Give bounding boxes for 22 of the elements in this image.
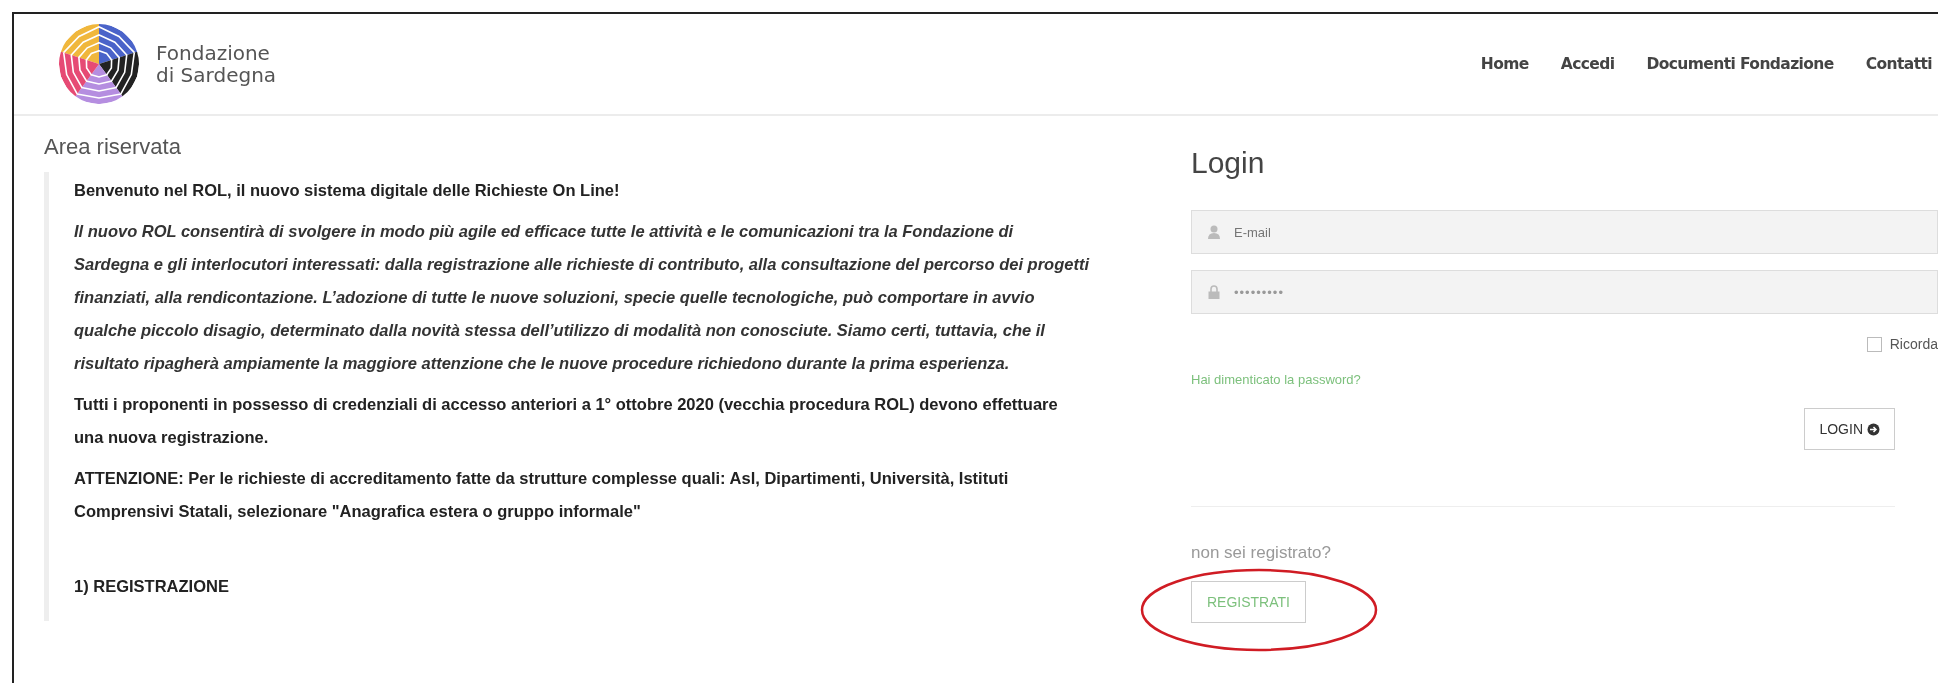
remember-checkbox[interactable] bbox=[1866, 336, 1882, 352]
email-field[interactable]: E-mail bbox=[1191, 210, 1938, 254]
nav-link[interactable]: Contatti bbox=[1865, 55, 1932, 73]
lock-icon bbox=[1208, 285, 1220, 299]
nav-link[interactable]: Home bbox=[1480, 55, 1529, 73]
nav-link[interactable]: Documenti Fondazione bbox=[1646, 55, 1834, 73]
nav-link[interactable]: Accedi bbox=[1560, 55, 1615, 73]
paragraph: ATTENZIONE: Per le richieste di accreditamento fatte da strutture complesse quali: Asl, Dipartimenti, Università, Istituti Comprensivi Statali, selezionare "Anagrafica estera o gruppo informale" bbox=[74, 468, 1010, 522]
section-title: Area riservata bbox=[44, 134, 182, 160]
logo-text: Fondazione bbox=[156, 42, 271, 64]
register-prompt: non sei registrato? bbox=[1191, 543, 1332, 563]
checkbox-label: Ricorda bbox=[1889, 336, 1938, 352]
logo-text: di Sardegna bbox=[156, 64, 277, 86]
login-button[interactable]: LOGIN bbox=[1804, 408, 1895, 450]
step-heading: 1) REGISTRAZIONE bbox=[74, 576, 230, 597]
paragraph: Il nuovo ROL consentirà di svolgere in modo più agile ed efficace tutte le attività e le comunicazioni tra la Fondazione di Sardegna e gli interlocutori interessati: dalla registrazione alle richieste di contributo, alla consultazione del percorso dei progetti finanziati, alla rendicontazione. L’adozione di tutte le nuove soluzioni, specie quelle tecnologiche, può comportare in avvio qualche piccolo disagio, determinato dalla novità stessa dell’utilizzo di modalità non conosciute. Siamo certi, tuttavia, che il risultato ripagherà ampiamente la maggiore attenzione che le nuove procedure richiedono durante la prima esperienza. bbox=[74, 221, 1089, 374]
paragraph: Benvenuto nel ROL, il nuovo sistema digitale delle Richieste On Line! bbox=[74, 180, 621, 201]
login-title: Login bbox=[1191, 146, 1266, 180]
user-icon bbox=[1208, 225, 1220, 239]
arrow-circle-icon bbox=[1867, 422, 1880, 436]
logo-icon bbox=[56, 21, 142, 107]
paragraph: Tutti i proponenti in possesso di credenziali di accesso anteriori a 1° ottobre 2020 (vecchia procedura ROL) devono effettuare una nuova registrazione. bbox=[74, 394, 1059, 448]
